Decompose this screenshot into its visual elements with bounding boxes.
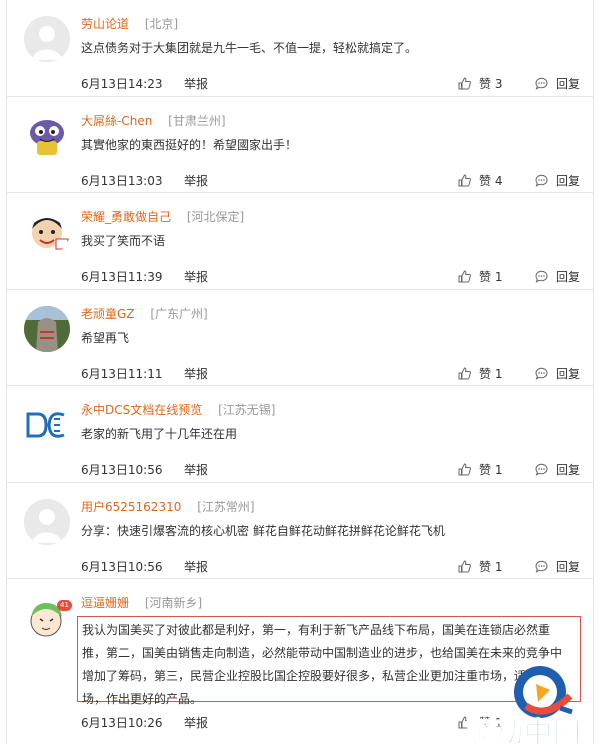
comment-text: 希望再飞: [81, 330, 130, 345]
user-location: [广东广州]: [150, 306, 208, 321]
like-button[interactable]: 赞 1: [458, 461, 502, 478]
like-button[interactable]: 赞 1: [458, 365, 502, 382]
reply-button[interactable]: 回复: [535, 461, 580, 478]
reply-button[interactable]: 回复: [535, 558, 580, 575]
comment-time: 6月13日10:26: [81, 716, 163, 730]
reply-label: 回复: [556, 173, 581, 188]
report-link[interactable]: 举报: [184, 558, 208, 575]
thumbs-up-icon: [458, 270, 471, 283]
comment-time: 6月13日11:11: [81, 366, 163, 381]
thumbs-up-icon: [458, 366, 471, 380]
comment-bubble-icon: [535, 560, 548, 573]
reply-button[interactable]: 回复: [535, 268, 580, 285]
comment-text: 我买了笑而不语: [81, 234, 166, 248]
reply-label: 回复: [556, 270, 581, 284]
reply-button[interactable]: 回复: [535, 172, 580, 189]
thumbs-up-icon: [458, 173, 471, 187]
avatar[interactable]: [24, 305, 70, 352]
comment-time: 6月13日14:23: [81, 77, 163, 91]
user-location: [河南新乡]: [144, 596, 203, 610]
like-button[interactable]: 赞 1: [458, 558, 502, 575]
reply-label: 回复: [556, 559, 581, 574]
comment-bubble-icon: [535, 463, 548, 476]
user-location: [甘肃兰州]: [168, 113, 226, 128]
username[interactable]: 用户6525162310: [81, 500, 181, 514]
comment-bubble-icon: [535, 174, 548, 187]
comment-list: 劳山论道 [北京] 这点债务对于大集团就是九牛一毛、不值一提，轻松就搞定了。 6…: [6, 0, 594, 744]
comment-time: 6月13日11:39: [81, 270, 163, 284]
like-count: 赞 1: [479, 270, 503, 284]
comment-item: 劳山论道 [北京] 这点债务对于大集团就是九牛一毛、不值一提，轻松就搞定了。 6…: [7, 0, 593, 97]
like-count: 赞 1: [479, 559, 503, 574]
comment-text-line: 我认为国美买了对彼此都是利好，第一，有利于新飞产品线下布局，国美在连锁店必然重: [82, 623, 551, 637]
comment-text: 其實他家的東西挺好的！希望國家出手！: [81, 137, 298, 152]
thumbs-up-icon: [458, 463, 471, 476]
like-count: 赞 4: [479, 173, 503, 188]
comment-text: 分享：快速引爆客流的核心机密 鲜花自鲜花动鲜花拼鲜花论鲜花飞机: [81, 523, 445, 538]
comment-time: 6月13日13:03: [81, 173, 163, 188]
thumbs-up-icon: [458, 77, 471, 90]
comment-item: 老顽童GZ [广东广州] 希望再飞 6月13日11:11 举报 赞 1 回复: [7, 290, 593, 386]
comment-text: 这点债务对于大集团就是九牛一毛、不值一提，轻松就搞定了。: [81, 41, 418, 55]
comment-bubble-icon: [535, 77, 548, 90]
comment-item: 用户6525162310 [江苏常州] 分享：快速引爆客流的核心机密 鲜花自鲜花…: [7, 483, 593, 579]
comment-time: 6月13日10:56: [81, 463, 163, 477]
comment-item: 永中DCS文档在线预览 [江苏无锡] 老家的新飞用了十几年还在用 6月13日10…: [7, 386, 593, 483]
user-location: [北京]: [144, 17, 179, 31]
avatar[interactable]: [24, 402, 70, 448]
like-count: 赞 1: [479, 366, 503, 381]
avatar[interactable]: [24, 498, 70, 545]
like-button[interactable]: 赞 1: [458, 268, 502, 285]
report-link[interactable]: 举报: [184, 365, 208, 382]
username[interactable]: 永中DCS文档在线预览: [81, 403, 202, 417]
report-link[interactable]: 举报: [184, 172, 208, 189]
username[interactable]: 老顽童GZ: [81, 307, 135, 321]
like-button[interactable]: 赞 4: [458, 172, 502, 189]
username[interactable]: 荣耀_勇敢做自己: [81, 210, 171, 224]
comment-time: 6月13日10:56: [81, 559, 163, 574]
report-link[interactable]: 举报: [184, 714, 208, 731]
avatar[interactable]: [24, 209, 70, 255]
thumbs-up-icon: [458, 559, 471, 573]
watermark-text: 驱动中国: [465, 716, 583, 747]
comment-bubble-icon: [535, 367, 548, 380]
reply-label: 回复: [556, 366, 581, 381]
reply-button[interactable]: 回复: [535, 75, 580, 92]
reply-label: 回复: [556, 463, 581, 477]
report-link[interactable]: 举报: [184, 461, 208, 478]
reply-label: 回复: [556, 77, 581, 91]
username[interactable]: 逗逼姗姗: [81, 596, 129, 610]
like-button[interactable]: 赞 3: [458, 75, 502, 92]
like-count: 赞 3: [479, 77, 503, 91]
avatar[interactable]: [24, 16, 70, 62]
user-location: [江苏常州]: [197, 499, 255, 514]
comment-text: 老家的新飞用了十几年还在用: [81, 427, 238, 441]
notification-badge: 41: [57, 600, 72, 611]
report-link[interactable]: 举报: [184, 268, 208, 285]
report-link[interactable]: 举报: [184, 75, 208, 92]
reply-button[interactable]: 回复: [535, 365, 580, 382]
avatar[interactable]: [24, 112, 70, 159]
user-location: [河北保定]: [186, 210, 245, 224]
user-location: [江苏无锡]: [218, 403, 276, 417]
comment-item: 大屌絲-Chen [甘肃兰州] 其實他家的東西挺好的！希望國家出手！ 6月13日…: [7, 97, 593, 193]
comment-bubble-icon: [535, 270, 548, 283]
comment-item: 荣耀_勇敢做自己 [河北保定] 我买了笑而不语 6月13日11:39 举报 赞 …: [7, 193, 593, 290]
like-count: 赞 1: [479, 463, 503, 477]
username[interactable]: 大屌絲-Chen: [81, 114, 152, 128]
username[interactable]: 劳山论道: [81, 17, 129, 31]
